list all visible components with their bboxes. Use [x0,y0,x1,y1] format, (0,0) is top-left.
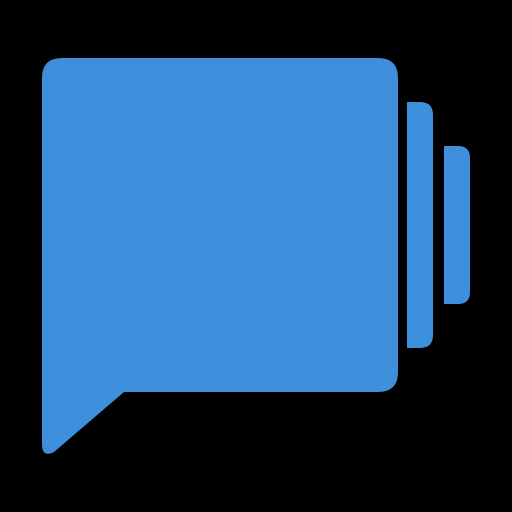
chat-bubble-back-medium [407,102,433,348]
chat-bubble-main [42,58,398,454]
chat-bubble-back-small [444,146,470,304]
chat-bubbles-icon [42,58,470,454]
icon-canvas [0,0,512,512]
